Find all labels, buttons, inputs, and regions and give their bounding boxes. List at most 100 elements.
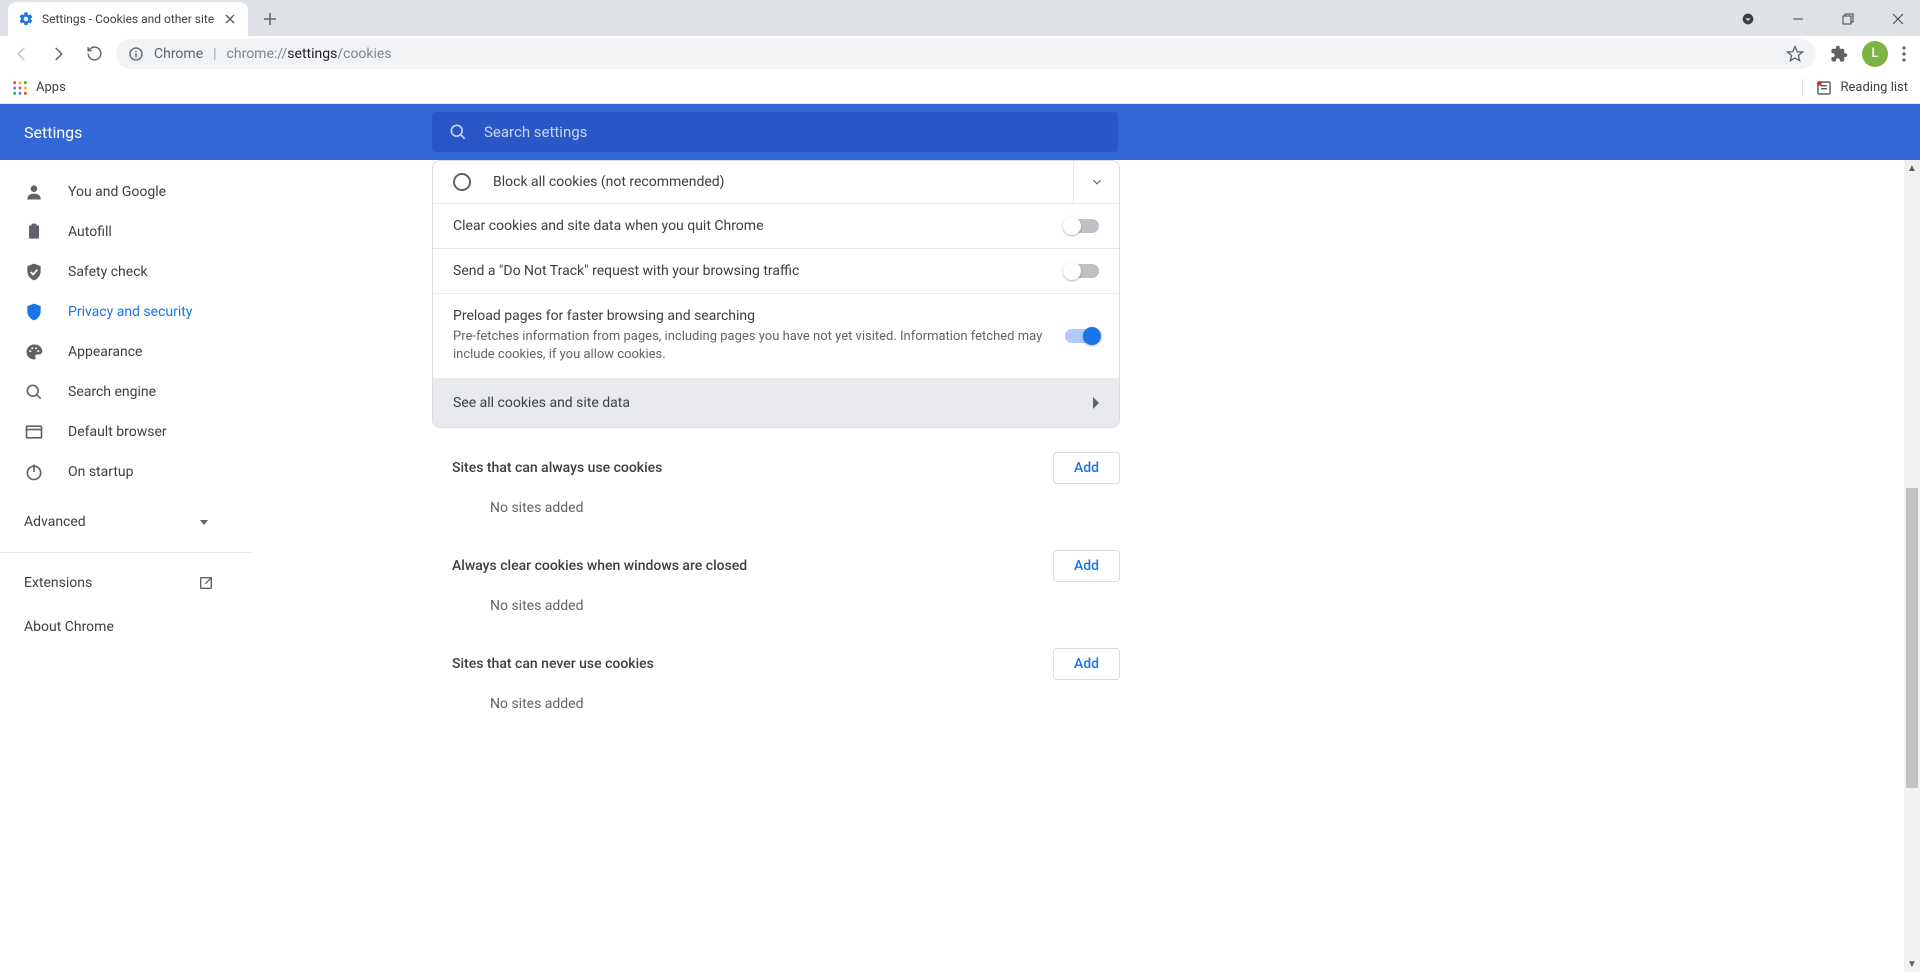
browser-window-icon [24,422,44,442]
sidebar-item-search-engine[interactable]: Search engine [0,372,256,412]
browser-tab[interactable]: Settings - Cookies and other site [8,2,248,36]
add-clear-on-close-button[interactable]: Add [1053,550,1120,582]
sidebar-item-appearance[interactable]: Appearance [0,332,256,372]
sidebar-item-on-startup[interactable]: On startup [0,452,256,492]
apps-grid-icon [12,80,28,96]
always-allow-title: Sites that can always use cookies [452,460,662,476]
shield-icon [24,302,44,322]
settings-header: Settings [0,104,1920,160]
search-settings-box[interactable] [432,112,1118,152]
external-link-icon [198,575,214,591]
bookmarks-bar: Apps Reading list [0,72,1920,104]
sidebar-item-label: Default browser [68,424,167,440]
sidebar-divider [0,552,252,553]
chevron-right-icon [1091,397,1099,409]
close-tab-icon[interactable] [222,11,238,27]
clear-on-close-empty: No sites added [432,582,1120,624]
back-button[interactable] [8,40,36,68]
minimize-button[interactable] [1784,5,1812,33]
clear-on-close-title: Always clear cookies when windows are cl… [452,558,747,574]
close-window-button[interactable] [1884,5,1912,33]
sidebar-item-label: Autofill [68,224,112,240]
clear-on-quit-label: Clear cookies and site data when you qui… [453,218,1049,234]
cookies-card: Block all cookies (not recommended) Clea… [432,160,1120,428]
chevron-down-icon [198,516,210,528]
never-allow-section-header: Sites that can never use cookies Add [432,624,1120,680]
tab-title: Settings - Cookies and other site [42,12,222,26]
sidebar-item-label: Search engine [68,384,156,400]
sidebar-item-privacy-security[interactable]: Privacy and security [0,292,256,332]
url-text: chrome://settings/cookies [227,46,392,62]
palette-icon [24,342,44,362]
search-icon [448,122,468,142]
always-allow-section-header: Sites that can always use cookies Add [432,428,1120,484]
magnifier-icon [24,382,44,402]
power-icon [24,462,44,482]
site-info-icon[interactable] [128,46,144,62]
omnibox-divider: | [213,46,216,62]
dnt-toggle[interactable] [1065,264,1099,278]
extensions-label: Extensions [24,575,92,591]
clear-on-quit-toggle[interactable] [1065,219,1099,233]
see-all-label: See all cookies and site data [453,395,630,411]
dnt-label: Send a "Do Not Track" request with your … [453,263,1049,279]
reload-button[interactable] [80,40,108,68]
browser-toolbar: Chrome | chrome://settings/cookies L [0,36,1920,72]
sidebar-item-label: Safety check [68,264,148,280]
about-label: About Chrome [24,619,114,635]
sidebar-item-autofill[interactable]: Autofill [0,212,256,252]
gear-icon [18,11,34,27]
preload-row[interactable]: Preload pages for faster browsing and se… [433,294,1119,379]
settings-sidebar: You and Google Autofill Safety check Pri… [0,160,256,972]
sidebar-item-default-browser[interactable]: Default browser [0,412,256,452]
sidebar-item-you-and-google[interactable]: You and Google [0,172,256,212]
forward-button[interactable] [44,40,72,68]
block-all-cookies-option[interactable]: Block all cookies (not recommended) [433,161,1119,204]
always-allow-empty: No sites added [432,484,1120,526]
chrome-menu-icon[interactable] [1902,46,1906,62]
sidebar-advanced-toggle[interactable]: Advanced [0,500,234,544]
add-always-allow-button[interactable]: Add [1053,452,1120,484]
dnt-row[interactable]: Send a "Do Not Track" request with your … [433,249,1119,294]
preload-toggle[interactable] [1065,329,1099,343]
scrollbar-thumb[interactable] [1906,488,1918,788]
clipboard-icon [24,222,44,242]
clear-on-close-section-header: Always clear cookies when windows are cl… [432,526,1120,582]
radio-icon [453,173,471,191]
apps-label: Apps [36,80,66,95]
person-icon [24,182,44,202]
profile-avatar[interactable]: L [1862,41,1888,67]
reading-list-button[interactable]: Reading list [1802,79,1908,97]
preload-title: Preload pages for faster browsing and se… [453,308,1049,324]
sidebar-item-label: Privacy and security [68,304,192,320]
never-allow-empty: No sites added [432,680,1120,722]
shield-check-icon [24,262,44,282]
sidebar-item-label: On startup [68,464,134,480]
settings-app-title: Settings [0,123,432,142]
incognito-indicator-icon[interactable] [1734,5,1762,33]
scroll-down-arrow[interactable]: ▼ [1904,956,1920,972]
maximize-button[interactable] [1834,5,1862,33]
apps-shortcut[interactable]: Apps [12,80,66,96]
sidebar-extensions-link[interactable]: Extensions [0,561,234,605]
scrollbar-track[interactable]: ▲ ▼ [1904,160,1920,972]
sidebar-about-link[interactable]: About Chrome [0,605,234,649]
extensions-icon[interactable] [1830,45,1848,63]
tab-strip: Settings - Cookies and other site [0,0,1920,36]
address-bar[interactable]: Chrome | chrome://settings/cookies [116,39,1816,69]
sidebar-item-safety-check[interactable]: Safety check [0,252,256,292]
window-controls [1734,2,1920,36]
search-settings-input[interactable] [484,123,1102,141]
see-all-cookies-link[interactable]: See all cookies and site data [433,379,1119,427]
block-all-label: Block all cookies (not recommended) [493,174,1057,190]
clear-on-quit-row[interactable]: Clear cookies and site data when you qui… [433,204,1119,249]
add-never-allow-button[interactable]: Add [1053,648,1120,680]
toolbar-right: L [1824,41,1912,67]
bookmark-star-icon[interactable] [1786,45,1804,63]
reading-list-label: Reading list [1841,80,1908,95]
expand-button[interactable] [1073,160,1119,205]
sidebar-item-label: You and Google [68,184,166,200]
scroll-up-arrow[interactable]: ▲ [1904,160,1920,176]
new-tab-button[interactable] [256,5,284,33]
advanced-label: Advanced [24,514,86,530]
